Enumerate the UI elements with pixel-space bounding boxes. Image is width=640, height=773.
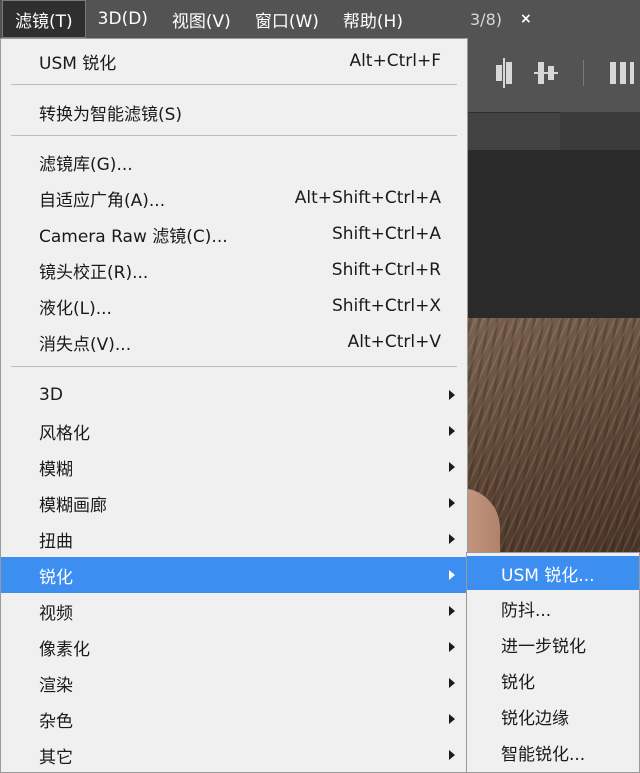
submenu-item-unsharp-mask[interactable]: USM 锐化... xyxy=(467,556,639,590)
menu-item-render[interactable]: 渲染 xyxy=(1,665,467,701)
menu-item-blur[interactable]: 模糊 xyxy=(1,449,467,485)
submenu-item-label: USM 锐化... xyxy=(501,565,595,586)
submenu-item-label: 防抖... xyxy=(501,600,552,621)
submenu-arrow-icon xyxy=(449,426,455,436)
align-horizontal-center-icon[interactable] xyxy=(534,58,558,88)
menu-item-label: Camera Raw 滤镜(C)... xyxy=(39,226,228,247)
menu-item-label: 转换为智能滤镜(S) xyxy=(39,104,183,125)
menu-item-label: 风格化 xyxy=(39,423,90,444)
submenu-arrow-icon xyxy=(449,390,455,400)
menu-item-filter-gallery[interactable]: 滤镜库(G)... xyxy=(1,144,467,180)
menu-item-label: USM 锐化 xyxy=(39,53,117,74)
menu-separator xyxy=(11,135,457,136)
menu-item-sharpen[interactable]: 锐化 xyxy=(1,557,467,593)
menu-item-label: 3D xyxy=(39,385,63,405)
menu-item-shortcut: Shift+Ctrl+R xyxy=(331,260,441,280)
align-vertical-center-icon[interactable] xyxy=(492,58,516,88)
menu-separator xyxy=(11,84,457,85)
submenu-arrow-icon xyxy=(449,642,455,652)
menu-item-label: 渲染 xyxy=(39,675,73,696)
submenu-item-sharpen-more[interactable]: 进一步锐化 xyxy=(467,627,639,661)
menu-filter[interactable]: 滤镜(T) xyxy=(2,0,86,38)
menu-item-shortcut: Alt+Ctrl+V xyxy=(347,332,441,352)
menu-item-label: 滤镜库(G)... xyxy=(39,154,133,175)
menu-item-blur-gallery[interactable]: 模糊画廊 xyxy=(1,485,467,521)
menu-item-3d[interactable]: 3D xyxy=(1,377,467,413)
menu-item-last-filter[interactable]: USM 锐化 Alt+Ctrl+F xyxy=(1,43,467,79)
menu-item-shortcut: Alt+Shift+Ctrl+A xyxy=(294,188,441,208)
distribute-icon[interactable] xyxy=(610,58,634,88)
menu-3d[interactable]: 3D(D) xyxy=(86,0,160,38)
menu-help[interactable]: 帮助(H) xyxy=(331,0,415,38)
menu-item-convert-smart-filter[interactable]: 转换为智能滤镜(S) xyxy=(1,94,467,130)
menu-item-label: 视频 xyxy=(39,603,73,624)
menu-item-camera-raw[interactable]: Camera Raw 滤镜(C)... Shift+Ctrl+A xyxy=(1,216,467,252)
menu-item-liquify[interactable]: 液化(L)... Shift+Ctrl+X xyxy=(1,288,467,324)
submenu-arrow-icon xyxy=(449,534,455,544)
submenu-item-label: 智能锐化... xyxy=(501,744,586,765)
submenu-item-shake-reduction[interactable]: 防抖... xyxy=(467,591,639,625)
submenu-item-label: 进一步锐化 xyxy=(501,636,586,657)
menu-view[interactable]: 视图(V) xyxy=(160,0,243,38)
menu-item-video[interactable]: 视频 xyxy=(1,593,467,629)
menu-item-label: 锐化 xyxy=(39,567,73,588)
submenu-arrow-icon xyxy=(449,570,455,580)
menu-item-shortcut: Shift+Ctrl+X xyxy=(331,296,441,316)
sharpen-submenu: USM 锐化... 防抖... 进一步锐化 锐化 锐化边缘 智能锐化... xyxy=(466,552,640,773)
close-icon[interactable]: × xyxy=(520,11,532,27)
menu-item-stylize[interactable]: 风格化 xyxy=(1,413,467,449)
menu-item-label: 像素化 xyxy=(39,639,90,660)
tab-bar-empty-area xyxy=(560,112,640,150)
menu-window[interactable]: 窗口(W) xyxy=(243,0,331,38)
menu-item-other[interactable]: 其它 xyxy=(1,737,467,773)
submenu-arrow-icon xyxy=(449,462,455,472)
submenu-item-sharpen-edges[interactable]: 锐化边缘 xyxy=(467,699,639,733)
menu-item-label: 液化(L)... xyxy=(39,298,112,319)
menu-item-lens-correction[interactable]: 镜头校正(R)... Shift+Ctrl+R xyxy=(1,252,467,288)
menu-item-label: 镜头校正(R)... xyxy=(39,262,149,283)
menu-item-shortcut: Shift+Ctrl+A xyxy=(331,224,441,244)
submenu-arrow-icon xyxy=(449,498,455,508)
menu-item-shortcut: Alt+Ctrl+F xyxy=(349,51,441,71)
submenu-item-smart-sharpen[interactable]: 智能锐化... xyxy=(467,735,639,769)
menu-separator xyxy=(11,366,457,367)
menu-item-vanishing-point[interactable]: 消失点(V)... Alt+Ctrl+V xyxy=(1,324,467,360)
menu-item-label: 其它 xyxy=(39,747,73,768)
menu-item-label: 杂色 xyxy=(39,711,73,732)
menu-item-label: 扭曲 xyxy=(39,531,73,552)
menu-item-label: 自适应广角(A)... xyxy=(39,190,166,211)
submenu-arrow-icon xyxy=(449,606,455,616)
document-tab[interactable]: 3/8) × xyxy=(462,0,562,38)
filter-menu: USM 锐化 Alt+Ctrl+F 转换为智能滤镜(S) 滤镜库(G)... 自… xyxy=(0,38,468,773)
submenu-item-sharpen[interactable]: 锐化 xyxy=(467,663,639,697)
menu-item-label: 模糊 xyxy=(39,459,73,480)
document-tab-title: 3/8) xyxy=(470,9,502,29)
menu-item-adaptive-wide-angle[interactable]: 自适应广角(A)... Alt+Shift+Ctrl+A xyxy=(1,180,467,216)
menu-item-label: 模糊画廊 xyxy=(39,495,107,516)
menu-item-noise[interactable]: 杂色 xyxy=(1,701,467,737)
toolbar-divider xyxy=(583,60,584,86)
menu-item-distort[interactable]: 扭曲 xyxy=(1,521,467,557)
menu-item-label: 消失点(V)... xyxy=(39,334,132,355)
submenu-arrow-icon xyxy=(449,750,455,760)
submenu-arrow-icon xyxy=(449,678,455,688)
menu-item-pixelate[interactable]: 像素化 xyxy=(1,629,467,665)
submenu-item-label: 锐化边缘 xyxy=(501,708,569,729)
submenu-arrow-icon xyxy=(449,714,455,724)
submenu-item-label: 锐化 xyxy=(501,672,535,693)
